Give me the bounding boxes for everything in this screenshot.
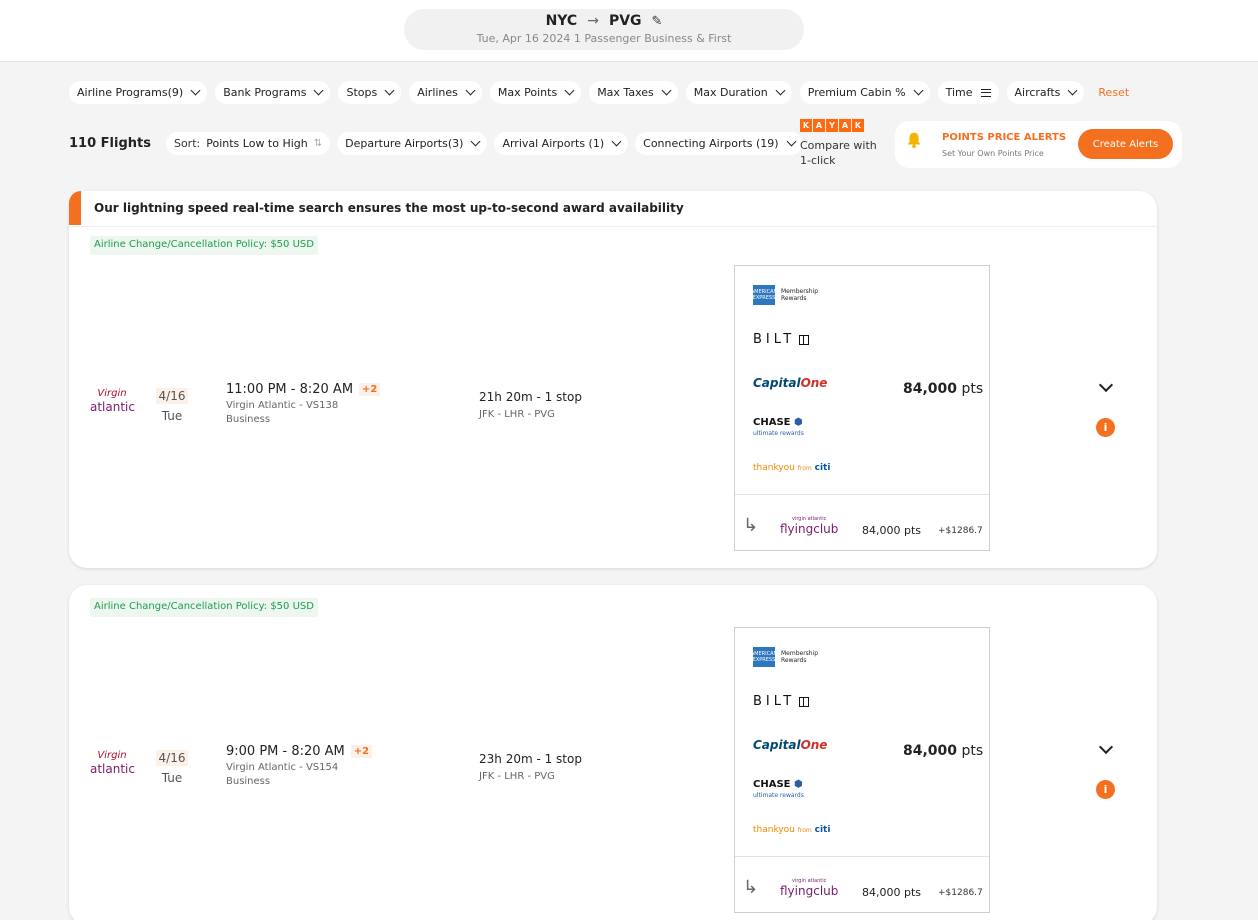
filter-aircrafts[interactable]: Aircrafts — [1006, 81, 1085, 104]
flight-card: Airline Change/Cancellation Policy: $50 … — [69, 585, 1157, 920]
filter-airlines[interactable]: Airlines — [409, 81, 482, 104]
top-bar: NYC → PVG ✎ Tue, Apr 16 2024 1 Passenger… — [0, 0, 1258, 62]
capital-one-logo: CapitalOne — [753, 376, 828, 390]
filter-departure-airports[interactable]: Departure Airports(3) — [337, 132, 488, 155]
chase-ultimate-rewards-logo: CHASE ⬢ ultimate rewards — [753, 779, 804, 799]
divider — [735, 494, 989, 495]
points-price-alerts: POINTS PRICE ALERTS Set Your Own Points … — [895, 121, 1182, 168]
flight-times: 9:00 PM - 8:20 AM +2 Virgin Atlantic - V… — [226, 744, 373, 787]
chase-ultimate-rewards-logo: CHASE ⬢ ultimate rewards — [753, 417, 804, 437]
alerts-subtitle: Set Your Own Points Price — [942, 149, 1044, 158]
filter-bank-programs[interactable]: Bank Programs — [215, 81, 331, 104]
program-tax: +$1286.7 — [938, 888, 983, 898]
filter-arrival-airports[interactable]: Arrival Airports (1) — [494, 132, 629, 155]
filter-connecting-airports[interactable]: Connecting Airports (19) — [635, 132, 803, 155]
route-subtitle: Tue, Apr 16 2024 1 Passenger Business & … — [476, 32, 732, 45]
info-icon[interactable]: i — [1096, 418, 1115, 437]
kayak-compare[interactable]: K A Y A K Compare with 1-click — [800, 119, 890, 168]
expand-chevron-icon[interactable] — [1098, 379, 1114, 395]
chevron-down-icon — [913, 85, 924, 96]
chevron-down-icon — [384, 85, 395, 96]
origin-code: NYC — [545, 13, 578, 29]
flight-count: 110 Flights — [69, 136, 151, 151]
amex-membership-rewards-logo: AMERICAN EXPRESS Membership Rewards — [751, 647, 818, 667]
points-price: 84,000 pts — [903, 743, 984, 759]
flying-club-logo: virgin atlantic flyingclub — [780, 516, 839, 536]
citi-thankyou-logo: thankyou from citi — [753, 463, 831, 473]
filter-stops[interactable]: Stops — [338, 81, 402, 104]
chevron-down-icon — [611, 136, 622, 147]
chase-octagon-icon: ⬢ — [793, 779, 803, 790]
flight-duration: 23h 20m - 1 stop JFK - LHR - PVG — [479, 752, 582, 782]
banner-accent — [69, 191, 81, 225]
cancellation-policy: Airline Change/Cancellation Policy: $50 … — [90, 236, 318, 255]
flight-duration: 21h 20m - 1 stop JFK - LHR - PVG — [479, 390, 582, 420]
realtime-banner: Our lightning speed real-time search ens… — [69, 191, 1157, 227]
bilt-logo: BILT — [753, 694, 810, 709]
cancellation-policy: Airline Change/Cancellation Policy: $50 … — [90, 598, 318, 617]
points-price: 84,000 pts — [903, 381, 984, 397]
return-arrow-icon: ↳ — [743, 515, 759, 536]
kayak-logo: K A Y A K — [800, 119, 890, 132]
filter-max-points[interactable]: Max Points — [489, 81, 582, 104]
sort-dropdown[interactable]: Sort: Points Low to High ⇅ — [165, 132, 331, 155]
chevron-down-icon — [564, 85, 575, 96]
program-points: 84,000 pts — [862, 524, 922, 537]
expand-chevron-icon[interactable] — [1098, 741, 1114, 757]
virgin-atlantic-logo: Virgin atlantic — [90, 388, 135, 414]
amex-membership-rewards-logo: AMERICAN EXPRESS Membership Rewards — [751, 285, 818, 305]
sort-arrows-icon: ⇅ — [313, 138, 323, 149]
bilt-logo: BILT — [753, 332, 810, 347]
program-tax: +$1286.7 — [938, 526, 983, 536]
kayak-compare-text: Compare with 1-click — [800, 139, 877, 167]
menu-lines-icon — [980, 88, 991, 97]
arrow-right-icon: → — [587, 13, 599, 29]
points-panel[interactable]: AMERICAN EXPRESS Membership Rewards BILT … — [734, 265, 990, 551]
results-toolbar: 110 Flights Sort: Points Low to High ⇅ D… — [69, 132, 803, 155]
bilt-grid-icon — [799, 696, 810, 707]
create-alerts-button[interactable]: Create Alerts — [1078, 129, 1173, 159]
route-summary[interactable]: NYC → PVG ✎ Tue, Apr 16 2024 1 Passenger… — [404, 9, 804, 50]
chase-octagon-icon: ⬢ — [793, 417, 803, 428]
capital-one-logo: CapitalOne — [753, 738, 828, 752]
chevron-down-icon — [786, 136, 797, 147]
return-arrow-icon: ↳ — [743, 877, 759, 898]
flight-card: Our lightning speed real-time search ens… — [69, 191, 1157, 568]
flight-date: 4/16 Tue — [156, 388, 188, 423]
citi-thankyou-logo: thankyou from citi — [753, 825, 831, 835]
virgin-atlantic-logo: Virgin atlantic — [90, 750, 135, 776]
destination-code: PVG — [608, 13, 642, 29]
flying-club-logo: virgin atlantic flyingclub — [780, 878, 839, 898]
flight-date: 4/16 Tue — [156, 750, 188, 785]
chevron-down-icon — [661, 85, 672, 96]
day-offset-badge: +2 — [350, 745, 373, 758]
chevron-down-icon — [465, 85, 476, 96]
filter-max-duration[interactable]: Max Duration — [685, 81, 792, 104]
chevron-down-icon — [1067, 85, 1078, 96]
filter-bar: Airline Programs(9) Bank Programs Stops … — [69, 81, 1129, 104]
chevron-down-icon — [470, 136, 481, 147]
reset-button[interactable]: Reset — [1098, 86, 1129, 99]
chevron-down-icon — [775, 85, 786, 96]
edit-pencil-icon[interactable]: ✎ — [652, 14, 663, 29]
filter-time[interactable]: Time — [937, 81, 999, 104]
alerts-title: POINTS PRICE ALERTS — [942, 132, 1067, 143]
chevron-down-icon — [314, 85, 324, 96]
chevron-down-icon — [190, 85, 201, 96]
info-icon[interactable]: i — [1096, 780, 1115, 799]
flight-times: 11:00 PM - 8:20 AM +2 Virgin Atlantic - … — [226, 382, 381, 425]
day-offset-badge: +2 — [359, 383, 381, 396]
bell-icon — [907, 132, 921, 149]
filter-premium-cabin[interactable]: Premium Cabin % — [799, 81, 930, 104]
points-panel[interactable]: AMERICAN EXPRESS Membership Rewards BILT … — [734, 627, 990, 913]
filter-max-taxes[interactable]: Max Taxes — [589, 81, 678, 104]
bilt-grid-icon — [799, 334, 810, 345]
divider — [735, 856, 989, 857]
filter-airline-programs[interactable]: Airline Programs(9) — [69, 81, 208, 104]
program-points: 84,000 pts — [862, 886, 922, 899]
